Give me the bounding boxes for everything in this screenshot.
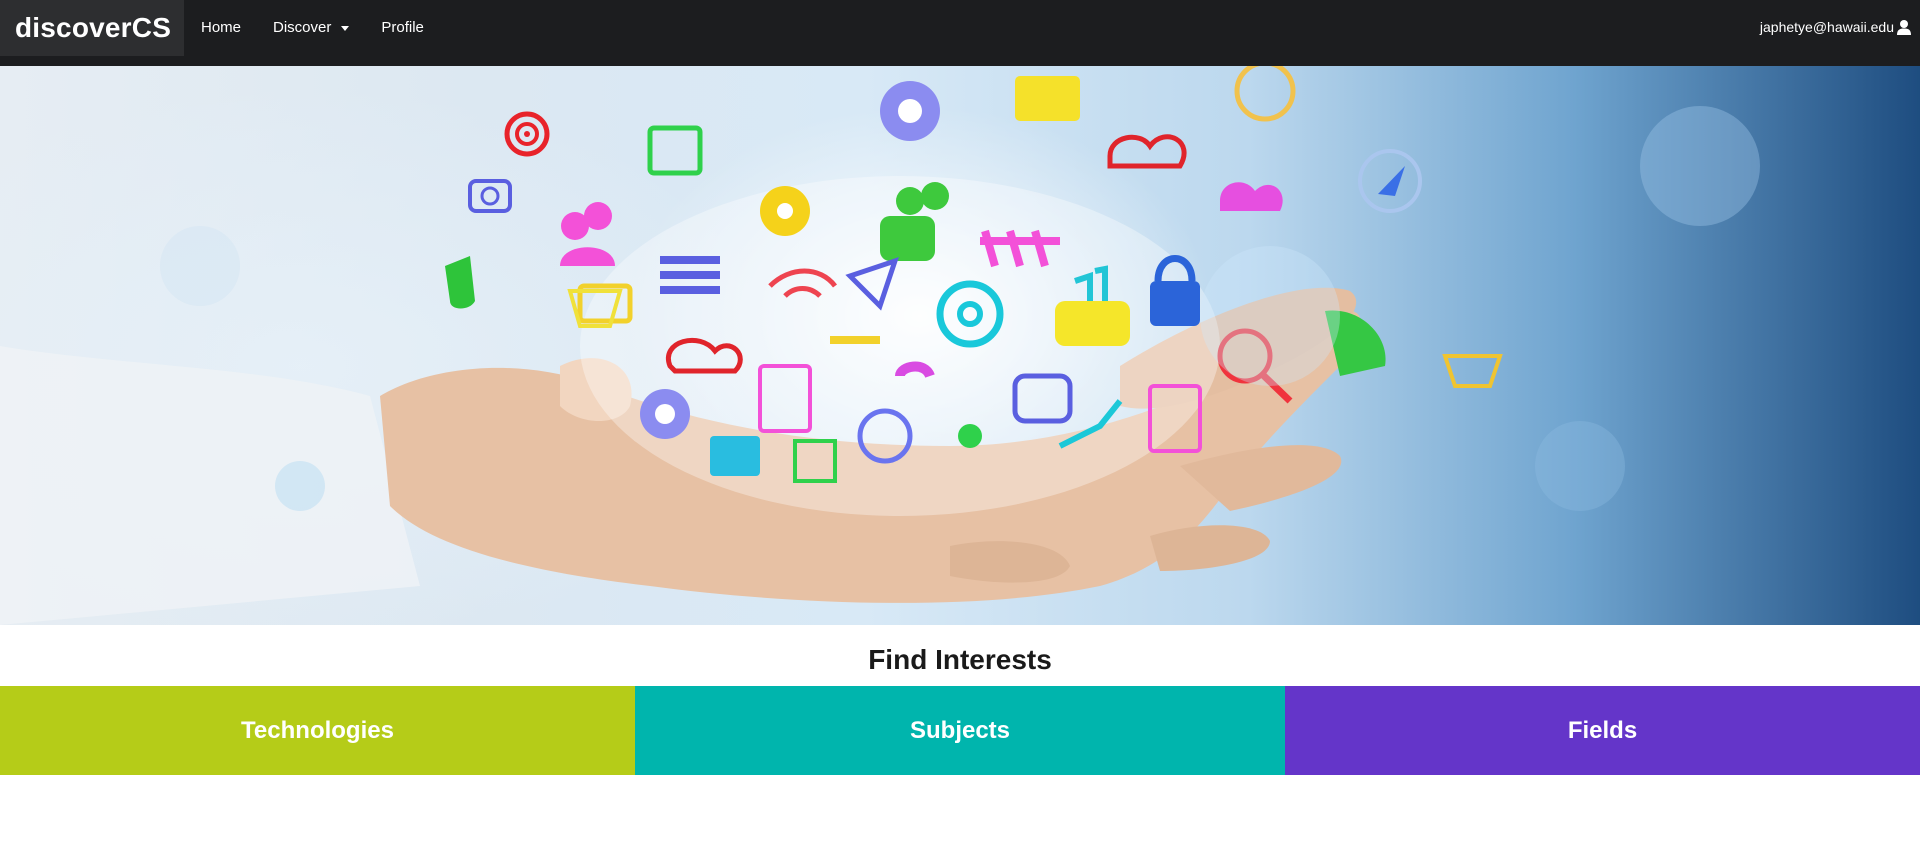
nav-profile-link[interactable]: Profile: [381, 0, 424, 54]
hero-illustration: [0, 66, 1760, 625]
user-email: japhetye@hawaii.edu: [1759, 19, 1894, 35]
user-icon: [1896, 19, 1912, 35]
hero-banner-image: [0, 66, 1920, 625]
brand-logo[interactable]: discoverCS: [0, 0, 184, 56]
find-interests-heading: Find Interests: [868, 644, 1052, 675]
nav-discover-label: Discover: [273, 18, 332, 36]
nav-menu: Home Discover Profile: [184, 0, 439, 54]
technologies-tile[interactable]: Technologies: [0, 686, 635, 775]
interest-tiles: Technologies Subjects Fields: [0, 686, 1920, 775]
top-navbar: discoverCS Home Discover Profile japhety…: [0, 0, 1920, 66]
nav-home-link[interactable]: Home: [201, 0, 241, 54]
technologies-label: Technologies: [241, 716, 394, 744]
nav-home-label: Home: [201, 18, 242, 36]
subjects-label: Subjects: [909, 716, 1011, 744]
nav-discover-dropdown[interactable]: Discover: [273, 0, 350, 54]
user-menu[interactable]: japhetye@hawaii.edu: [1760, 0, 1912, 54]
subjects-tile[interactable]: Subjects: [635, 686, 1285, 775]
fields-tile[interactable]: Fields: [1285, 686, 1920, 775]
fields-label: Fields: [1567, 716, 1638, 744]
nav-profile-label: Profile: [381, 18, 424, 36]
caret-down-icon: [341, 25, 350, 31]
